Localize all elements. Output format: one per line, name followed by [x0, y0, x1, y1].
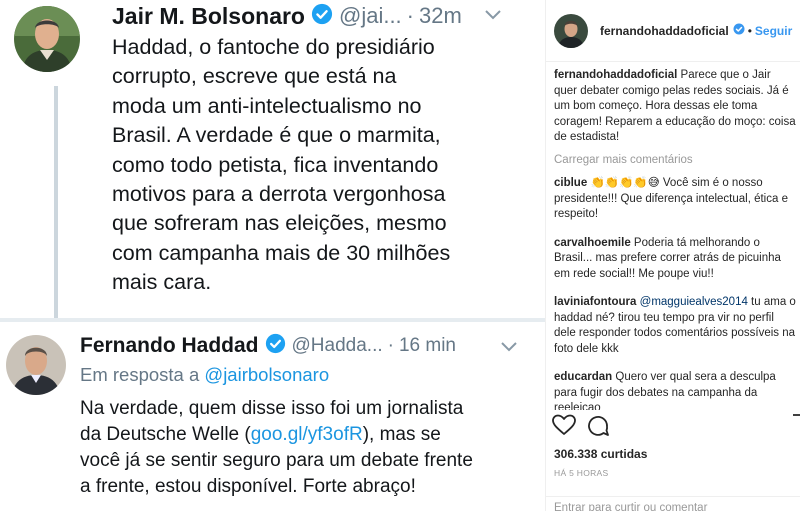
tweet-text: Na verdade, quem disse isso foi um jorna…	[80, 396, 540, 500]
separator-dot: ·	[387, 335, 394, 356]
comment-username[interactable]: laviniafontoura	[554, 296, 636, 308]
reply-mention: @jairbolsonaro	[204, 364, 330, 385]
add-comment-prompt[interactable]: Entrar para curtir ou comentar	[554, 502, 707, 511]
tweet-header: Jair M. Bolsonaro @jai... · 32m	[112, 0, 462, 32]
tweet-author-name: Fernando Haddad	[80, 334, 259, 357]
comment-mention[interactable]: @magguiealves2014	[640, 296, 748, 308]
load-more-comments-button[interactable]: Carregar mais comentários	[554, 153, 796, 169]
reply-context: Em resposta a @jairbolsonaro	[80, 364, 329, 386]
post-timestamp: HÁ 5 HORAS	[554, 468, 609, 478]
chevron-down-icon	[500, 340, 518, 358]
list-item: laviniafontoura @magguiealves2014 tu ama…	[554, 295, 796, 357]
header-separator: •	[747, 23, 752, 38]
verified-icon	[733, 22, 745, 40]
chevron-down-icon	[484, 8, 502, 26]
tweet-text: Haddad, o fantoche do presidiário corrup…	[112, 35, 451, 295]
reply-prefix: Em resposta a	[80, 364, 200, 385]
tweet-link: goo.gl/yf3ofR	[250, 424, 363, 445]
haddad-avatar	[6, 335, 66, 395]
post-header: fernandohaddadoficial • Seguir	[546, 0, 800, 62]
bookmark-icon[interactable]	[792, 414, 800, 443]
comment-username[interactable]: ciblue	[554, 177, 587, 189]
caption: fernandohaddadoficial Parece que o Jair …	[554, 68, 796, 146]
tweet-time: 16 min	[398, 335, 456, 356]
tweet-handle: @jai...	[338, 3, 402, 28]
list-item: educardan Quero ver qual sera a desculpa…	[554, 370, 796, 410]
tweet-header: Fernando Haddad @Hadda... · 16 min	[80, 332, 456, 360]
divider	[546, 496, 800, 497]
tweet-author-name: Jair M. Bolsonaro	[112, 2, 305, 29]
list-item: ciblue 👏👏👏👏😅 Você sim é o nosso presiden…	[554, 176, 796, 223]
caption-username[interactable]: fernandohaddadoficial	[554, 69, 677, 81]
action-bar	[552, 414, 800, 440]
bolsonaro-avatar	[14, 6, 80, 72]
post-image: Jair M. Bolsonaro @jai... · 32m Haddad, …	[0, 0, 545, 511]
comment-icon[interactable]	[586, 414, 610, 443]
header-username[interactable]: fernandohaddadoficial	[600, 24, 729, 38]
tweet-bolsonaro: Jair M. Bolsonaro @jai... · 32m Haddad, …	[0, 0, 545, 318]
tweet-handle: @Hadda...	[291, 335, 383, 356]
list-item: carvalhoemile Poderia tá melhorando o Br…	[554, 236, 796, 283]
verified-icon	[265, 333, 286, 359]
comment-username[interactable]: educardan	[554, 371, 612, 383]
verified-icon	[311, 3, 333, 30]
thread-line	[54, 86, 58, 318]
comment-emoji: 👏👏👏👏😅	[590, 177, 660, 189]
avatar[interactable]	[554, 13, 588, 48]
heart-icon[interactable]	[552, 414, 576, 441]
separator-dot: ·	[406, 3, 414, 28]
likes-count[interactable]: 306.338 curtidas	[554, 447, 647, 461]
follow-button[interactable]: Seguir	[755, 24, 792, 38]
tweet-time: 32m	[419, 3, 462, 28]
instagram-sidebar: fernandohaddadoficial • Seguir fernandoh…	[545, 0, 800, 511]
comment-username[interactable]: carvalhoemile	[554, 237, 631, 249]
comments-list[interactable]: fernandohaddadoficial Parece que o Jair …	[554, 68, 796, 410]
tweet-haddad: Fernando Haddad @Hadda... · 16 min Em re…	[0, 322, 545, 511]
